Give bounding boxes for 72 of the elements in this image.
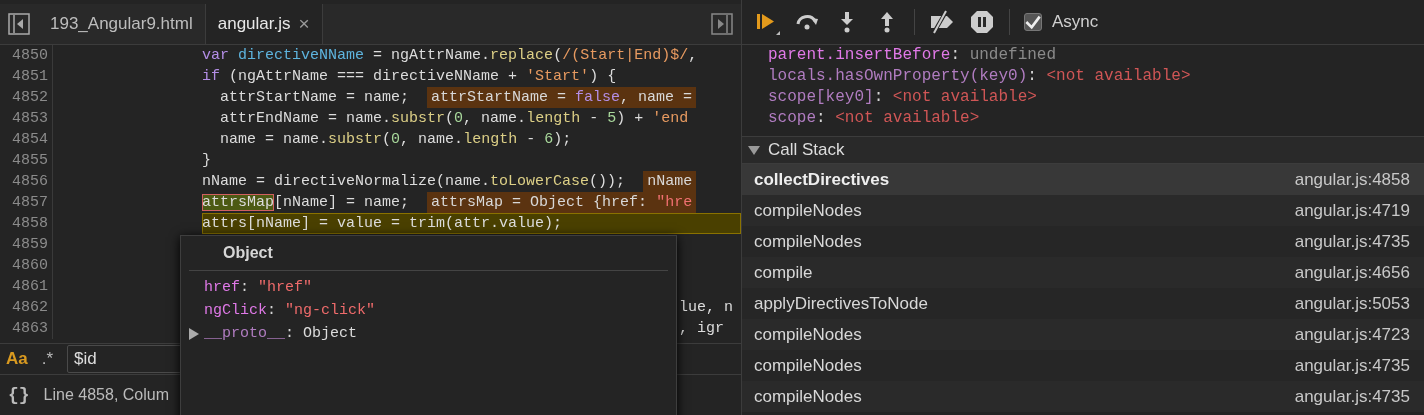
line-number: 4858 — [0, 213, 53, 234]
call-frame[interactable]: compileNodes angular.js:4719 — [742, 195, 1424, 226]
source-location[interactable]: angular.js:4735 — [1294, 231, 1410, 252]
source-location[interactable]: angular.js:4723 — [1294, 324, 1410, 345]
line-number: 4856 — [0, 171, 53, 192]
line-number: 4851 — [0, 66, 53, 87]
code-line: name = name.substr(0, name.length - 6); — [220, 130, 572, 150]
watch-expression: scope: <not available> — [768, 108, 981, 129]
inline-value: attrStartName = false, name = — [427, 87, 697, 108]
source-location[interactable]: angular.js:4656 — [1294, 262, 1410, 283]
function-name: compileNodes — [754, 355, 862, 376]
code-line: attrsMap[nName] = name; — [202, 193, 410, 213]
watch-expression: parent.insertBefore: undefined — [768, 45, 1058, 66]
regex-toggle[interactable]: .* — [41, 349, 54, 369]
inline-value: nName — [643, 171, 697, 192]
code-line: attrEndName = name.substr(0, name.length - 5) + 'end — [220, 109, 689, 129]
line-number: 4862 — [0, 297, 53, 318]
line-number: 4857 — [0, 192, 53, 213]
source-location[interactable]: angular.js:4735 — [1294, 386, 1410, 407]
section-title[interactable]: Call Stack — [768, 140, 845, 160]
line-number: 4863 — [0, 318, 53, 339]
object-property: __proto__: Object — [204, 324, 358, 344]
code-line: , igr — [679, 319, 725, 339]
checkmark-icon — [1025, 14, 1041, 30]
pretty-print-button[interactable]: {} — [8, 385, 30, 405]
line-number: 4854 — [0, 129, 53, 150]
call-frame[interactable]: collectDirectives angular.js:4858 — [742, 164, 1424, 195]
line-number: 4861 — [0, 276, 53, 297]
code-line: } — [202, 151, 212, 171]
popover-title: Object — [189, 236, 668, 271]
source-location[interactable]: angular.js:4858 — [1294, 169, 1410, 190]
inline-value: attrsMap = Object {href: "hre — [427, 192, 697, 213]
code-line: lue, n — [679, 298, 734, 318]
function-name: compileNodes — [754, 200, 862, 221]
watch-expression: locals.hasOwnProperty(key0): <not available> — [768, 66, 1192, 87]
function-name: applyDirectivesToNode — [754, 293, 928, 314]
function-name: compileNodes — [754, 386, 862, 407]
line-number: 4859 — [0, 234, 53, 255]
object-property: ngClick: "ng-click" — [204, 301, 376, 321]
function-name: compileNodes — [754, 324, 862, 345]
source-location[interactable]: angular.js:5053 — [1294, 293, 1410, 314]
call-frame[interactable]: compileNodes angular.js:4735 — [742, 381, 1424, 412]
source-location[interactable]: angular.js:4735 — [1294, 355, 1410, 376]
code-line: nName = directiveNormalize(name.toLowerCase()); — [202, 172, 626, 192]
call-frame[interactable]: compileNodes angular.js:4723 — [742, 319, 1424, 350]
cursor-position: Line 4858, Colum — [43, 386, 170, 404]
deactivate-breakpoints-icon[interactable] — [929, 9, 955, 35]
line-number: 4860 — [0, 255, 53, 276]
line-number: 4852 — [0, 87, 53, 108]
code-line: if (ngAttrName === directiveNName + 'Start') { — [202, 67, 617, 87]
watch-expression: scope[key0]: <not available> — [768, 87, 1038, 108]
navigator-toggle-icon[interactable] — [8, 13, 30, 35]
file-tab[interactable]: angular.js × — [204, 4, 323, 44]
async-checkbox[interactable]: Async — [1024, 12, 1099, 32]
function-name: collectDirectives — [754, 169, 890, 190]
caret-icon[interactable] — [748, 144, 760, 156]
sidebar-toggle-icon[interactable] — [711, 13, 733, 35]
expand-icon[interactable] — [189, 327, 199, 340]
function-name: compile — [754, 262, 813, 283]
call-frame[interactable]: compile angular.js:4656 — [742, 257, 1424, 288]
code-line: attrStartName = name; — [220, 88, 410, 108]
file-tab[interactable]: 193_Angular9.html — [38, 4, 205, 44]
source-location[interactable]: angular.js:4719 — [1294, 200, 1410, 221]
code-line: var directiveNName = ngAttrName.replace(/(Start|End)$/, — [202, 46, 698, 66]
line-number: 4850 — [0, 45, 53, 66]
line-number: 4855 — [0, 150, 53, 171]
pause-on-exceptions-icon[interactable] — [969, 9, 995, 35]
match-case-toggle[interactable]: Aa — [6, 349, 28, 369]
line-number: 4853 — [0, 108, 53, 129]
object-property: href: "href" — [204, 278, 313, 298]
close-icon[interactable]: × — [298, 13, 310, 35]
function-name: compileNodes — [754, 231, 862, 252]
